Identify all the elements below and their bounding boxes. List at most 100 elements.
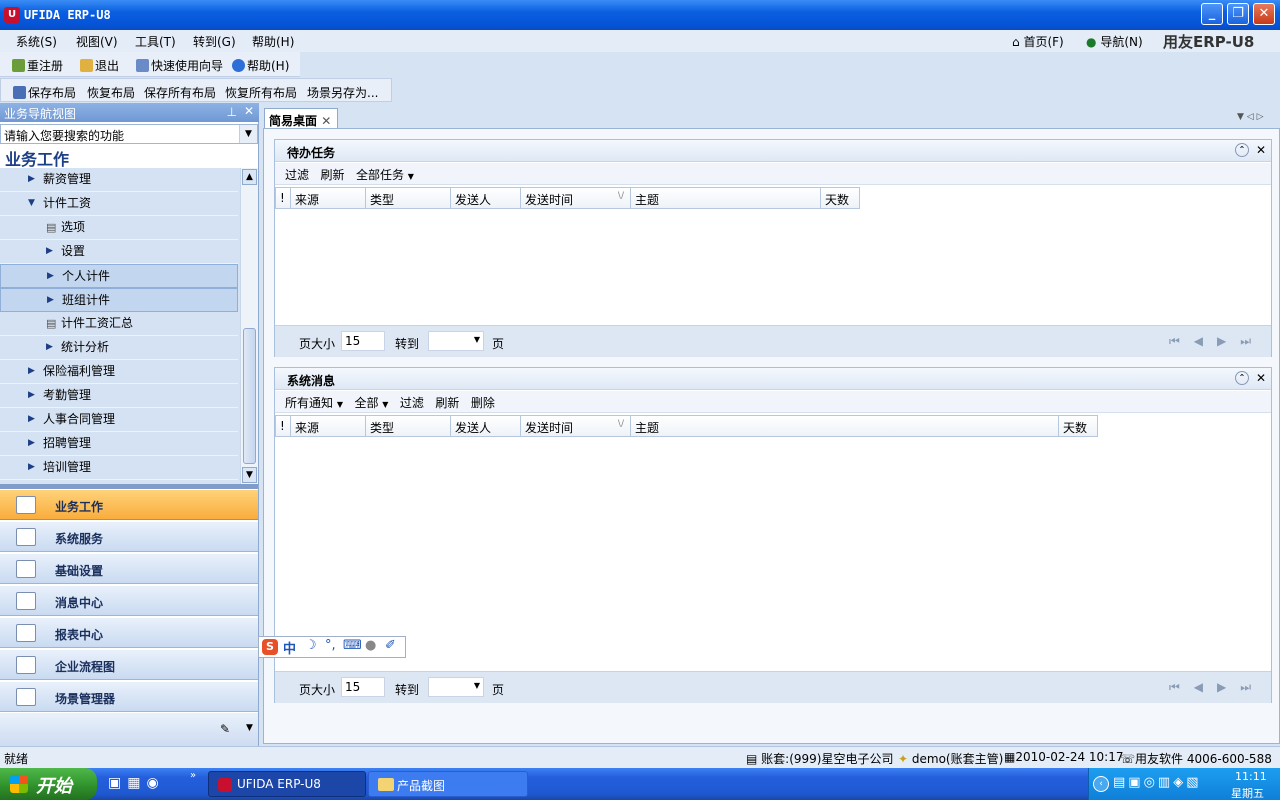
all-notices-dropdown[interactable]: 所有通知 ▼ (285, 396, 343, 410)
tree-item[interactable]: ▶ 人事合同管理 (0, 408, 238, 432)
exit-button[interactable]: 退出 (80, 57, 119, 74)
expand-arrow-icon[interactable]: ▶ (46, 240, 53, 263)
tree-item[interactable]: ▶ 统计分析 (0, 336, 238, 360)
collapse-icon[interactable]: ⌃ (1235, 371, 1249, 385)
expand-arrow-icon[interactable]: ▶ (28, 384, 35, 407)
collapse-icon[interactable]: ⌃ (1235, 143, 1249, 157)
ime-toolbar[interactable]: S 中 ☽ °, ⌨ ● ✐ (258, 636, 406, 658)
tree-item[interactable]: ▶ 薪资管理 (0, 168, 238, 192)
tab-close-icon[interactable]: ✕ (321, 114, 331, 128)
tray-icons[interactable]: ▤▣◎▥◈▧ (1113, 775, 1201, 790)
restore-layout-button[interactable]: 恢复布局 (87, 84, 135, 101)
nav-module-button[interactable]: 系统服务 (0, 521, 258, 552)
delete-button[interactable]: 删除 (471, 396, 495, 410)
maximize-button[interactable]: ❐ (1227, 3, 1249, 25)
col-send-time[interactable]: 发送时间 \/ (520, 415, 631, 437)
configure-icon[interactable]: ✎ (220, 722, 230, 736)
function-search-input[interactable]: 请输入您要搜索的功能 ▼ (0, 124, 258, 144)
tray-expand-icon[interactable]: ‹ (1093, 776, 1109, 792)
keyboard-icon[interactable]: ⌨ (343, 638, 362, 653)
tab-list-icon[interactable]: ▼ ◁ ▷ (1237, 112, 1264, 122)
task-ufida[interactable]: UFIDA ERP-U8 (208, 771, 366, 797)
scroll-thumb[interactable] (243, 328, 256, 464)
pager-nav-icons[interactable]: ⏮◀▶⏭ (1169, 334, 1265, 349)
expand-arrow-icon[interactable]: ▶ (47, 289, 54, 312)
tab-simple-desktop[interactable]: 简易桌面 ✕ (264, 108, 338, 129)
close-button[interactable]: ✕ (1253, 3, 1275, 25)
nav-module-button[interactable]: 场景管理器 (0, 681, 258, 712)
menu-system[interactable]: 系统(S) (16, 33, 57, 50)
nav-module-button[interactable]: 报表中心 (0, 617, 258, 648)
menu-help[interactable]: 帮助(H) (252, 33, 294, 50)
col-priority[interactable]: ! (275, 415, 291, 437)
save-layout-button[interactable]: 保存布局 (13, 84, 76, 101)
filter-button[interactable]: 过滤 (285, 168, 309, 182)
pin-icon[interactable]: ⊥ (227, 105, 237, 119)
col-type[interactable]: 类型 (365, 187, 451, 209)
tree-item[interactable]: ▶ 招聘管理 (0, 432, 238, 456)
col-source[interactable]: 来源 (290, 415, 366, 437)
tree-item[interactable]: ▶ 保险福利管理 (0, 360, 238, 384)
messages-close-icon[interactable]: ✕ (1256, 371, 1266, 385)
expand-arrow-icon[interactable]: ▶ (28, 456, 35, 479)
tree-item[interactable]: ▼ 计件工资 (0, 192, 238, 216)
ime-mode-toggle[interactable]: 中 (283, 638, 296, 657)
help-button[interactable]: 帮助(H) (232, 57, 289, 74)
punctuation-icon[interactable]: °, (325, 638, 336, 653)
scroll-down-icon[interactable]: ▼ (242, 467, 257, 483)
goto-page-select[interactable]: ▼ (428, 677, 484, 697)
col-days[interactable]: 天数 (820, 187, 860, 209)
page-size-input[interactable]: 15 (341, 331, 385, 351)
menu-tools[interactable]: 工具(T) (135, 33, 176, 50)
nav-module-button[interactable]: 消息中心 (0, 585, 258, 616)
expand-arrow-icon[interactable]: ▶ (28, 360, 35, 383)
col-send-time[interactable]: 发送时间 \/ (520, 187, 631, 209)
col-sender[interactable]: 发送人 (450, 187, 521, 209)
task-screenshots[interactable]: 产品截图 (368, 771, 528, 797)
menu-view[interactable]: 视图(V) (76, 33, 118, 50)
collapse-arrow-icon[interactable]: ▼ (28, 192, 35, 215)
menu-goto[interactable]: 转到(G) (193, 33, 236, 50)
col-days[interactable]: 天数 (1058, 415, 1098, 437)
tree-item[interactable]: ▶ 培训管理 (0, 456, 238, 480)
tree-item[interactable]: ▶ 设置 (0, 240, 238, 264)
home-link[interactable]: ⌂ 首页(F) (1012, 33, 1064, 50)
nav-module-button[interactable]: 基础设置 (0, 553, 258, 584)
refresh-button[interactable]: 刷新 (320, 168, 344, 182)
quick-launch-icons[interactable]: ▣▦◉ (108, 775, 165, 791)
col-sender[interactable]: 发送人 (450, 415, 521, 437)
relogin-button[interactable]: 重注册 (12, 57, 63, 74)
nav-menu-dropdown-icon[interactable]: ▼ (246, 723, 253, 733)
all-dropdown[interactable]: 全部 ▼ (354, 396, 388, 410)
tree-item[interactable]: ▶ 班组计件 (0, 288, 238, 312)
tree-item[interactable]: ▤ 计件工资汇总 (0, 312, 238, 336)
scroll-up-icon[interactable]: ▲ (242, 169, 257, 185)
minimize-button[interactable]: _ (1201, 3, 1223, 25)
col-subject[interactable]: 主题 (630, 415, 1059, 437)
tree-item[interactable]: ▶ 个人计件 (0, 264, 238, 288)
restore-all-layouts-button[interactable]: 恢复所有布局 (225, 84, 297, 101)
save-scene-as-button[interactable]: 场景另存为... (307, 84, 378, 101)
col-type[interactable]: 类型 (365, 415, 451, 437)
half-width-icon[interactable]: ☽ (305, 638, 317, 653)
search-dropdown-icon[interactable]: ▼ (239, 125, 257, 143)
filter-button[interactable]: 过滤 (400, 396, 424, 410)
nav-link[interactable]: ● 导航(N) (1086, 33, 1143, 50)
settings-wrench-icon[interactable]: ✐ (385, 638, 396, 653)
tree-item[interactable]: ▶ 考勤管理 (0, 384, 238, 408)
expand-arrow-icon[interactable]: ▶ (46, 336, 53, 359)
expand-arrow-icon[interactable]: ▶ (28, 432, 35, 455)
tree-scrollbar[interactable]: ▲ ▼ (240, 168, 258, 484)
goto-page-select[interactable]: ▼ (428, 331, 484, 351)
user-icon[interactable]: ● (365, 638, 376, 653)
expand-arrow-icon[interactable]: ▶ (28, 168, 35, 191)
page-size-input[interactable]: 15 (341, 677, 385, 697)
nav-module-button[interactable]: 企业流程图 (0, 649, 258, 680)
quick-guide-button[interactable]: 快速使用向导 (136, 57, 223, 74)
all-tasks-dropdown[interactable]: 全部任务 ▼ (356, 168, 414, 182)
col-source[interactable]: 来源 (290, 187, 366, 209)
tree-item[interactable]: ▤ 选项 (0, 216, 238, 240)
refresh-button[interactable]: 刷新 (435, 396, 459, 410)
expand-arrow-icon[interactable]: ▶ (47, 265, 54, 288)
col-subject[interactable]: 主题 (630, 187, 821, 209)
